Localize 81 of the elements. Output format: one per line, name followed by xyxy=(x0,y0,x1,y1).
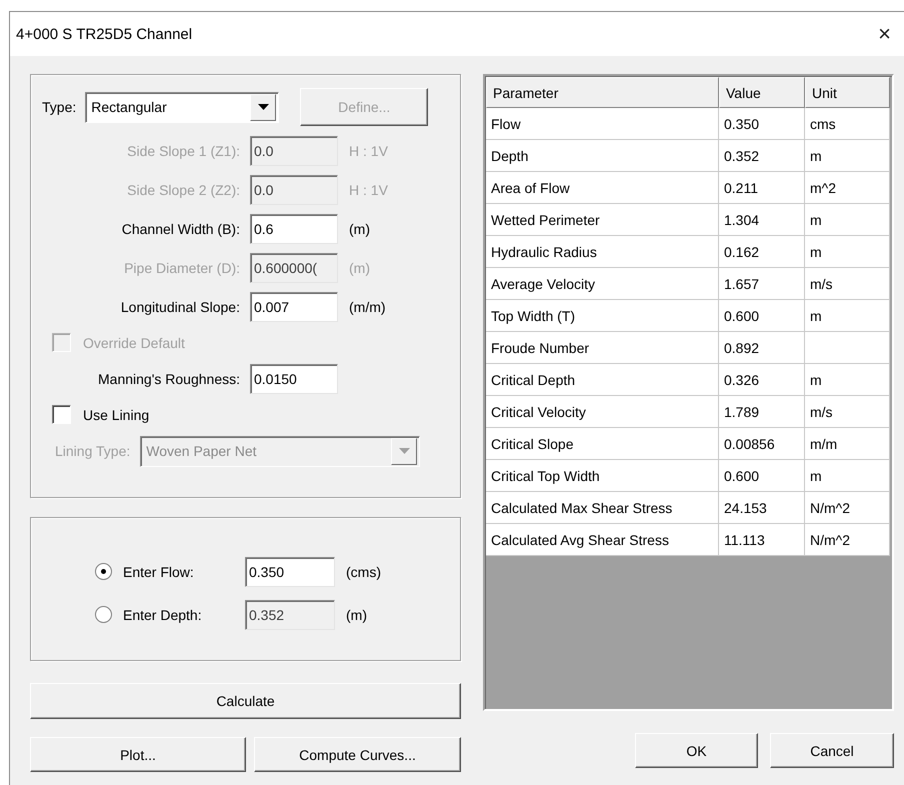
compute-curves-button[interactable]: Compute Curves... xyxy=(254,737,461,772)
field-label: Manning's Roughness: xyxy=(97,370,240,386)
table-cell: Calculated Max Shear Stress xyxy=(486,492,719,524)
table-cell: Critical Slope xyxy=(486,428,719,460)
table-cell: 0.352 xyxy=(719,140,805,172)
field-label: Side Slope 2 (Z2): xyxy=(126,182,240,198)
unit-label: (m) xyxy=(346,606,367,622)
input-field[interactable]: 0.6 xyxy=(250,214,338,244)
table-cell: 1.789 xyxy=(719,396,805,428)
ok-button[interactable]: OK xyxy=(635,733,758,768)
input-field[interactable]: 0.007 xyxy=(250,292,338,322)
table-cell: m xyxy=(805,364,890,396)
table-cell: Average Velocity xyxy=(486,268,719,300)
table-cell: cms xyxy=(805,108,890,140)
unit-label: (cms) xyxy=(346,564,381,580)
type-label: Type: xyxy=(42,99,76,115)
table-cell: 0.600 xyxy=(719,300,805,332)
table-cell: 1.304 xyxy=(719,204,805,236)
table-cell: 0.600 xyxy=(719,460,805,492)
table-cell: Critical Top Width xyxy=(486,460,719,492)
table-cell: Calculated Avg Shear Stress xyxy=(486,524,719,556)
table-cell: N/m^2 xyxy=(805,524,890,556)
table-cell: Top Width (T) xyxy=(486,300,719,332)
table-cell: m/s xyxy=(805,396,890,428)
table-cell: 0.892 xyxy=(719,332,805,364)
close-button[interactable]: × xyxy=(878,21,895,47)
table-cell: m^2 xyxy=(805,172,890,204)
unit-label: (m) xyxy=(349,260,370,276)
field-label: Side Slope 1 (Z1): xyxy=(126,142,240,158)
table-cell: m xyxy=(805,204,890,236)
radio-button[interactable] xyxy=(95,606,112,623)
table-cell: 0.162 xyxy=(719,236,805,268)
table-cell: m xyxy=(805,140,890,172)
caret-icon xyxy=(398,448,410,454)
column-header: Parameter xyxy=(486,77,719,108)
unit-label: (m) xyxy=(349,220,370,236)
table-cell: m/m xyxy=(805,428,890,460)
table-cell: Froude Number xyxy=(486,332,719,364)
checkbox-label: Override Default xyxy=(83,334,185,350)
table-cell: Flow xyxy=(486,108,719,140)
field-label: Pipe Diameter (D): xyxy=(123,260,240,276)
table-cell: m xyxy=(805,460,890,492)
table-cell: 0.350 xyxy=(719,108,805,140)
cancel-button[interactable]: Cancel xyxy=(770,733,894,768)
table-cell: Critical Velocity xyxy=(486,396,719,428)
radio-label: Enter Depth: xyxy=(123,606,203,622)
field-label: Longitudinal Slope: xyxy=(120,298,240,314)
plot-button[interactable]: Plot... xyxy=(30,737,246,772)
column-header: Unit xyxy=(805,77,890,108)
radio-label: Enter Flow: xyxy=(123,564,195,580)
calculate-button[interactable]: Calculate xyxy=(30,683,461,719)
table-cell: 24.153 xyxy=(719,492,805,524)
table-cell: Depth xyxy=(486,140,719,172)
input-field[interactable]: 0.350 xyxy=(245,556,335,586)
table-cell: m xyxy=(805,236,890,268)
unit-label: H : 1V xyxy=(349,182,388,198)
table-cell: Area of Flow xyxy=(486,172,719,204)
table-cell: Critical Depth xyxy=(486,364,719,396)
checkbox[interactable] xyxy=(52,405,71,424)
table-cell: Hydraulic Radius xyxy=(486,236,719,268)
checkbox-label: Use Lining xyxy=(83,406,150,422)
table-cell: 0.00856 xyxy=(719,428,805,460)
field-label: Channel Width (B): xyxy=(120,220,240,236)
table-cell: 0.326 xyxy=(719,364,805,396)
input-field[interactable]: 0.0150 xyxy=(250,364,338,394)
table-cell: Wetted Perimeter xyxy=(486,204,719,236)
column-header: Value xyxy=(719,77,805,108)
table-cell: 1.657 xyxy=(719,268,805,300)
table-cell: m xyxy=(805,300,890,332)
window-title: 4+000 S TR25D5 Channel xyxy=(16,26,192,42)
table-cell: m/s xyxy=(805,268,890,300)
type-dropdown[interactable]: Rectangular xyxy=(85,92,280,122)
unit-label: (m/m) xyxy=(349,298,386,314)
table-cell: 0.211 xyxy=(719,172,805,204)
caret-icon xyxy=(258,104,269,110)
radio-button[interactable] xyxy=(95,563,112,580)
input-field[interactable]: 0.352 xyxy=(245,600,335,630)
unit-label: H : 1V xyxy=(349,142,388,158)
table-cell: 11.113 xyxy=(719,524,805,556)
table-cell: N/m^2 xyxy=(805,492,890,524)
dropdown-label: Lining Type: xyxy=(55,443,130,459)
